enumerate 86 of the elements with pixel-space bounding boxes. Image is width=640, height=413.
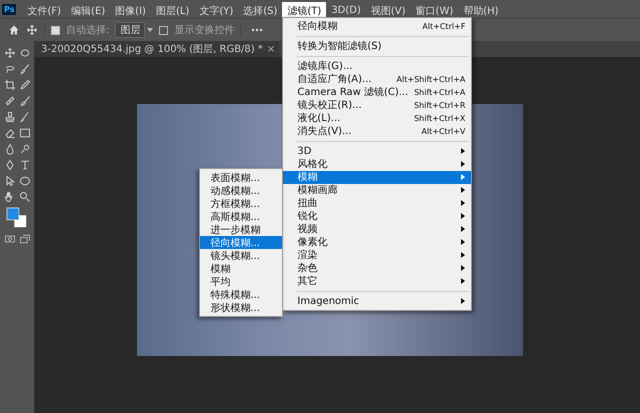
document-tab[interactable]: 3-20020Q55434.jpg @ 100% (图层, RGB/8) * × xyxy=(35,41,280,57)
menu-entry[interactable]: 杂色 xyxy=(283,262,472,274)
menu-item[interactable]: 3D(D) xyxy=(326,2,366,20)
close-button[interactable]: × xyxy=(266,44,276,54)
menu-entry[interactable]: 表面模糊... xyxy=(200,170,282,184)
move-icon[interactable] xyxy=(26,24,38,36)
menu-entry[interactable]: 高斯模糊... xyxy=(200,210,282,222)
menu-entry[interactable]: 滤镜库(G)... xyxy=(283,60,472,72)
move-icon[interactable] xyxy=(4,47,16,59)
color-swatches-icon[interactable] xyxy=(6,207,28,229)
menu-entry[interactable]: 形状模糊... xyxy=(200,300,282,314)
app-logo: Ps xyxy=(2,4,16,14)
zoom-icon[interactable] xyxy=(18,191,30,203)
submenu-arrow-icon xyxy=(461,213,466,219)
menu-entry[interactable]: 径向模糊 Alt+Ctrl+F xyxy=(283,20,472,32)
option-label: 显示变换控件 xyxy=(174,24,234,37)
menu-entry[interactable]: 模糊 xyxy=(200,262,282,274)
menu-entry[interactable]: 镜头模糊... xyxy=(200,248,282,262)
menu-entry[interactable]: 渲染 xyxy=(283,248,472,262)
menu-item[interactable]: 帮助(H) xyxy=(458,2,504,20)
magnifier-icon[interactable] xyxy=(18,143,30,155)
menu-item[interactable]: 窗口(W) xyxy=(410,2,458,20)
screen-mode-icon[interactable] xyxy=(18,233,30,245)
menu-entry[interactable]: 其它 xyxy=(283,274,472,288)
home-icon[interactable] xyxy=(8,24,20,36)
option-label: 自动选择: xyxy=(66,24,110,37)
stamp-icon[interactable] xyxy=(4,111,16,123)
menu-entry[interactable]: 模糊 xyxy=(283,170,472,184)
menu-entry[interactable]: 视频 xyxy=(283,222,472,236)
gradient-icon[interactable] xyxy=(18,127,30,139)
submenu-arrow-icon xyxy=(461,298,466,304)
menu-item[interactable]: 文件(F) xyxy=(22,2,66,20)
tab-title: 3-20020Q55434.jpg @ 100% (图层, RGB/8) * xyxy=(41,43,263,56)
submenu-arrow-icon xyxy=(461,239,466,245)
menu-entry[interactable]: 特殊模糊... xyxy=(200,288,282,300)
submenu-arrow-icon xyxy=(461,174,466,180)
submenu-arrow-icon xyxy=(461,252,466,258)
brush-icon[interactable] xyxy=(18,111,30,123)
submenu-arrow-icon xyxy=(461,226,466,232)
menu-entry[interactable]: 转换为智能滤镜(S) xyxy=(283,40,472,52)
menu-entry[interactable]: 平均 xyxy=(200,274,282,288)
menu-entry[interactable]: Imagenomic xyxy=(283,294,472,308)
menu-entry[interactable]: 自适应广角(A)... Alt+Shift+Ctrl+A xyxy=(283,72,472,86)
menu-item[interactable]: 选择(S) xyxy=(238,2,282,20)
menu-entry[interactable]: Camera Raw 滤镜(C)... Shift+Ctrl+A xyxy=(283,86,472,98)
menu-entry[interactable]: 扭曲 xyxy=(283,196,472,210)
submenu-arrow-icon xyxy=(461,200,466,206)
more-icon[interactable] xyxy=(251,28,264,32)
submenu-arrow-icon xyxy=(461,161,466,167)
bandage-icon[interactable] xyxy=(4,95,16,107)
menu-item[interactable]: 图层(L) xyxy=(150,2,194,20)
menu-entry[interactable]: 动感模糊... xyxy=(200,184,282,196)
menu-item[interactable]: 视图(V) xyxy=(366,2,411,20)
brush-icon[interactable] xyxy=(18,95,30,107)
menu-entry[interactable]: 3D xyxy=(283,144,472,158)
menu-entry[interactable]: 模糊画廊 xyxy=(283,184,472,196)
menu-entry[interactable]: 消失点(V)... Alt+Ctrl+V xyxy=(283,124,472,138)
submenu-arrow-icon xyxy=(461,265,466,271)
submenu-arrow-icon xyxy=(461,278,466,284)
menu-entry[interactable]: 径向模糊... xyxy=(200,236,282,248)
menu-entry[interactable]: 锐化 xyxy=(283,210,472,222)
arrow-pointer-icon[interactable] xyxy=(4,175,16,187)
menu-entry[interactable]: 液化(L)... Shift+Ctrl+X xyxy=(283,112,472,124)
text-icon[interactable] xyxy=(18,159,30,171)
menu-entry[interactable]: 进一步模糊 xyxy=(200,222,282,236)
checkbox[interactable] xyxy=(159,26,168,34)
submenu-arrow-icon xyxy=(461,187,466,193)
menu-item[interactable]: 编辑(E) xyxy=(66,2,110,20)
lasso-icon[interactable] xyxy=(4,63,16,75)
checkbox[interactable] xyxy=(51,26,60,34)
menu-item[interactable]: 文字(Y) xyxy=(194,2,238,20)
ellipse-marquee-icon[interactable] xyxy=(18,47,30,59)
caret-icon xyxy=(147,28,154,32)
pen-icon[interactable] xyxy=(4,159,16,171)
menu-item[interactable]: 图像(I) xyxy=(110,2,151,20)
layer-dropdown[interactable]: 图层 xyxy=(115,22,146,38)
menu-entry[interactable]: 镜头校正(R)... Shift+Ctrl+R xyxy=(283,98,472,112)
mask-icon[interactable] xyxy=(4,233,16,245)
brush-icon[interactable] xyxy=(18,63,30,75)
submenu-arrow-icon xyxy=(461,148,466,154)
crop-icon[interactable] xyxy=(4,79,16,91)
eraser-icon[interactable] xyxy=(4,127,16,139)
menu-entry[interactable]: 风格化 xyxy=(283,158,472,170)
drop-icon[interactable] xyxy=(4,143,16,155)
menu-entry[interactable]: 像素化 xyxy=(283,236,472,248)
menu-entry[interactable]: 方框模糊... xyxy=(200,196,282,210)
